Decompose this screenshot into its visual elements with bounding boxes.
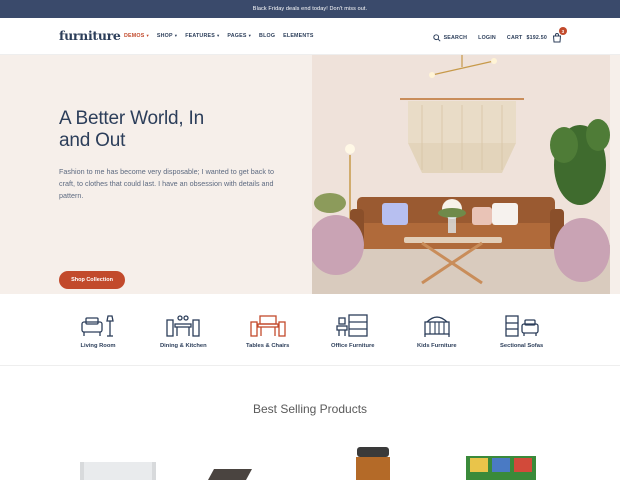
menu-label: ELEMENTS: [283, 33, 314, 39]
category-dining-kitchen[interactable]: Dining & Kitchen: [160, 312, 207, 349]
table-chairs-icon: [250, 315, 286, 337]
office-desk-icon: [336, 314, 368, 337]
hero-section: A Better World, In and Out Fashion to me…: [0, 55, 620, 294]
category-sectional-sofas[interactable]: Sectional Sofas: [500, 312, 543, 349]
crib-icon: [424, 316, 450, 337]
category-label: Kids Furniture: [417, 343, 457, 349]
announcement-bar: Black Friday deals end today! Don't miss…: [0, 0, 620, 18]
hero-description: Fashion to me has become very disposable…: [59, 167, 274, 200]
armchair-drawers-icon: [504, 315, 539, 337]
hero-title-line-1: A Better World, In: [59, 108, 204, 129]
cart-total: $192.50: [526, 35, 547, 41]
site-logo[interactable]: furniture: [59, 28, 121, 43]
login-link[interactable]: LOGIN: [478, 35, 496, 41]
menu-item-shop[interactable]: SHOP ▾: [157, 33, 177, 39]
product-image-chair[interactable]: [206, 467, 252, 480]
search-link[interactable]: SEARCH: [444, 35, 468, 41]
chevron-down-icon: ▾: [146, 33, 149, 38]
menu-item-demos[interactable]: DEMOS ▾: [124, 33, 149, 39]
header-actions: SEARCH LOGIN CART $192.50 3: [432, 27, 620, 43]
cart-count-badge: 3: [559, 27, 567, 35]
product-image-toy-bins[interactable]: [462, 452, 540, 480]
hero-title: A Better World, In and Out: [59, 108, 289, 152]
menu-item-features[interactable]: FEATURES ▾: [185, 33, 219, 39]
section-title-best-selling: Best Selling Products: [252, 402, 368, 416]
search-icon[interactable]: [432, 34, 441, 42]
category-kids-furniture[interactable]: Kids Furniture: [417, 312, 457, 349]
category-label: Living Room: [80, 343, 116, 349]
category-tables-chairs[interactable]: Tables & Chairs: [246, 312, 289, 349]
category-strip: Living Room Dining & Kitchen Tables & Ch…: [0, 294, 620, 366]
category-label: Sectional Sofas: [500, 343, 544, 349]
sofa-lamp-icon: [81, 315, 114, 337]
product-image-glass[interactable]: [80, 462, 156, 480]
shop-collection-button[interactable]: Shop Collection: [59, 271, 125, 289]
category-living-room[interactable]: Living Room: [80, 312, 116, 349]
dining-table-icon: [166, 315, 200, 337]
menu-item-pages[interactable]: PAGES ▾: [227, 33, 251, 39]
main-header: furniture DEMOS ▾ SHOP ▾ FEATURES ▾ PAGES ▾ …: [0, 18, 620, 55]
main-menu: DEMOS ▾ SHOP ▾ FEATURES ▾ PAGES ▾ BLOG ELEME…: [124, 33, 322, 39]
chevron-down-icon: ▾: [216, 33, 220, 38]
menu-label: PAGES: [227, 33, 247, 39]
menu-item-elements[interactable]: ELEMENTS: [283, 33, 313, 39]
hero-living-room-image: [312, 55, 610, 294]
cart-button[interactable]: 3: [552, 27, 567, 43]
category-office-furniture[interactable]: Office Furniture: [331, 312, 374, 349]
category-label: Tables & Chairs: [246, 343, 290, 349]
hero-title-line-2: and Out: [59, 130, 126, 151]
chevron-down-icon: ▾: [248, 33, 252, 38]
product-image-bottle[interactable]: [355, 447, 391, 480]
hero-content: A Better World, In and Out Fashion to me…: [59, 108, 289, 289]
announcement-text: Black Friday deals end today! Don't miss…: [252, 6, 368, 12]
chevron-down-icon: ▾: [174, 33, 178, 38]
cart-link[interactable]: CART: [507, 35, 523, 41]
menu-label: BLOG: [259, 33, 276, 39]
menu-label: DEMOS: [124, 33, 145, 39]
menu-item-blog[interactable]: BLOG: [259, 33, 275, 39]
category-label: Dining & Kitchen: [160, 343, 207, 349]
menu-label: SHOP: [156, 33, 173, 39]
category-label: Office Furniture: [331, 343, 375, 349]
menu-label: FEATURES: [185, 33, 215, 39]
